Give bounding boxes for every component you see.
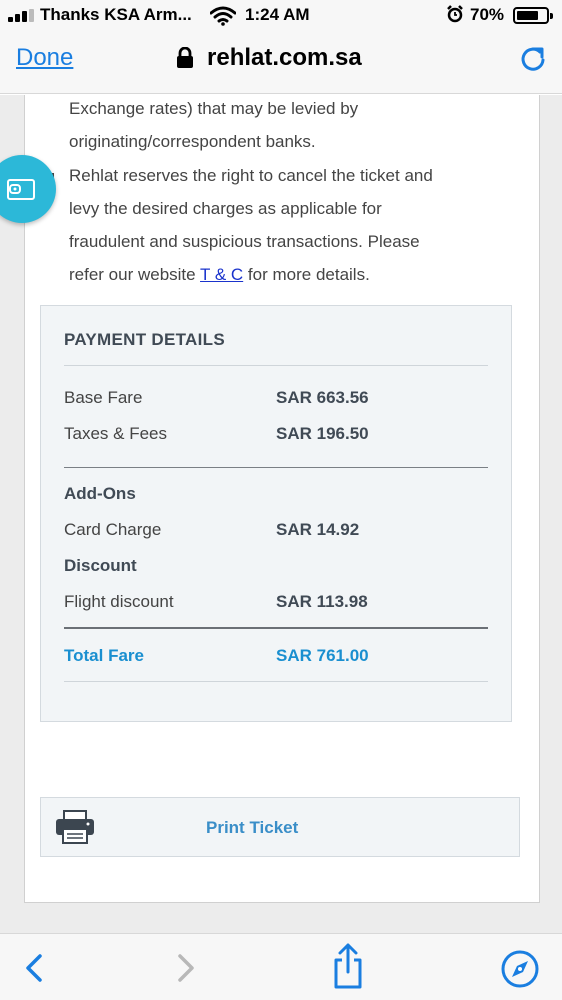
discount-heading: Discount [64,556,137,575]
reload-icon[interactable] [518,44,548,74]
divider [64,681,488,682]
flight-discount-value: SAR 113.98 [276,592,368,611]
terms-text: refer our website [69,265,196,284]
payment-details-panel: PAYMENT DETAILS Base Fare SAR 663.56 Tax… [40,305,512,722]
share-icon[interactable] [330,942,366,990]
total-fare-label: Total Fare [64,646,144,665]
terms-line-with-link: refer our website T & C for more details… [69,258,370,291]
payment-details-title: PAYMENT DETAILS [64,330,225,349]
terms-text: Rehlat reserves the right to cancel the … [69,166,433,185]
divider [64,627,488,629]
ticket-card: Exchange rates) that may be levied by or… [24,95,540,903]
web-content[interactable]: Exchange rates) that may be levied by or… [0,95,562,933]
battery-percent: 70% [470,5,505,24]
terms-text: originating/correspondent banks. [69,132,316,151]
addons-heading: Add-Ons [64,484,136,503]
wifi-icon [209,6,237,31]
print-ticket-label: Print Ticket [206,818,299,837]
base-fare-label: Base Fare [64,388,143,407]
printer-icon [55,810,95,849]
base-fare-value: SAR 663.56 [276,388,369,407]
terms-text: fraudulent and suspicious transactions. … [69,232,420,251]
signal-icon [8,9,38,22]
taxes-fees-value: SAR 196.50 [276,424,369,443]
divider [64,365,488,366]
print-ticket-button[interactable]: Print Ticket [40,797,520,857]
clock: 1:24 AM [245,5,310,24]
carrier-name: Thanks KSA Arm... [40,5,192,24]
card-charge-label: Card Charge [64,520,162,539]
status-bar: Thanks KSA Arm... 1:24 AM 70% [0,0,562,32]
forward-icon[interactable] [168,948,204,988]
terms-text: for more details. [247,265,370,284]
battery-icon [513,7,553,24]
browser-toolbar [0,933,562,1000]
taxes-fees-label: Taxes & Fees [64,424,167,443]
flight-discount-label: Flight discount [64,592,174,611]
terms-text: Exchange rates) that may be levied by [69,99,359,118]
terms-conditions-link[interactable]: T & C [200,265,243,284]
divider [64,467,488,468]
card-charge-value: SAR 14.92 [276,520,360,539]
alarm-icon [446,5,464,27]
lock-icon [176,46,194,69]
done-button[interactable]: Done [16,44,73,72]
back-icon[interactable] [18,948,54,988]
url-bar[interactable]: rehlat.com.sa [207,44,362,72]
wallet-icon [7,179,35,200]
compass-icon[interactable] [500,949,539,989]
browser-nav-bar: Done rehlat.com.sa [0,32,562,94]
total-fare-value: SAR 761.00 [276,646,369,665]
terms-text: levy the desired charges as applicable f… [69,199,382,218]
